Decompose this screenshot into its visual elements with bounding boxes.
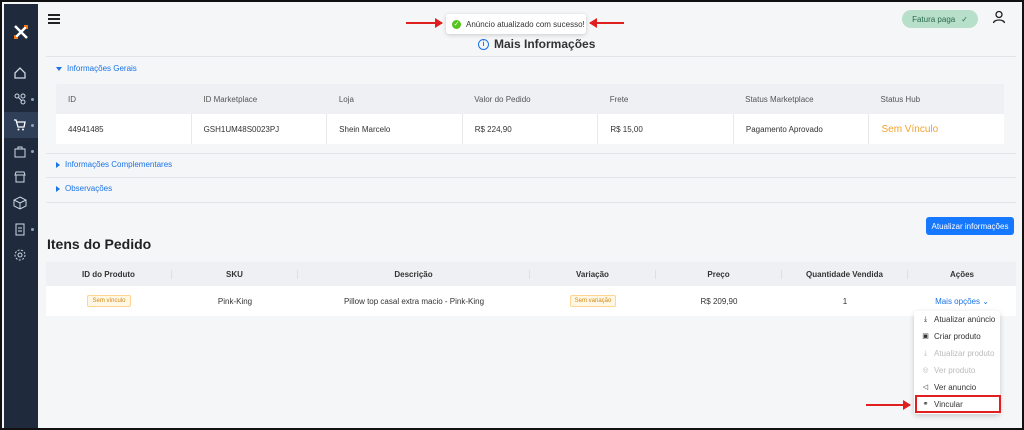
itens-title: Itens do Pedido — [47, 236, 152, 252]
items-table: ID do Produto SKU Descrição Variação Pre… — [46, 262, 1016, 318]
info-header-cell: Status Marketplace — [745, 94, 814, 104]
info-header-cell: ID — [68, 94, 76, 104]
annotation-arrow-left — [589, 18, 624, 28]
collapse-label: Informações Gerais — [67, 64, 137, 73]
menu-item-label: Criar produto — [934, 332, 981, 341]
caret-right-icon — [56, 185, 60, 192]
menu-item-atualizar-produto: ⤓ Atualizar produto — [914, 345, 1000, 362]
home-icon[interactable] — [13, 66, 27, 80]
menu-item-label: Ver anuncio — [934, 383, 977, 392]
column-header: ID do Produto — [46, 269, 172, 279]
fatura-label: Fatura paga — [912, 14, 956, 24]
check-icon: ✓ — [961, 14, 968, 24]
main-content: ✓ Anúncio atualizado com sucesso! Fatura… — [38, 4, 1022, 428]
section-title: i Mais Informações — [478, 37, 595, 51]
sku-cell: Pink-King — [217, 296, 253, 306]
download-icon: ⤓ — [923, 350, 928, 357]
brand-logo — [14, 25, 28, 39]
product-id-cell: Sem vínculo — [46, 295, 172, 307]
check-circle-icon: ✓ — [452, 19, 461, 29]
info-header-cell: Status Hub — [880, 94, 921, 104]
menu-item-ver-anuncio[interactable]: ◁ Ver anuncio — [914, 379, 1000, 396]
fatura-status-badge: Fatura paga ✓ — [902, 10, 978, 28]
info-table-row: 44941485 GSH1UM48S0023PJ Shein Marcelo R… — [56, 114, 1004, 144]
column-header: Ações — [949, 269, 974, 279]
collapse-label: Informações Complementares — [65, 160, 173, 169]
items-table-header: ID do Produto SKU Descrição Variação Pre… — [46, 262, 1016, 286]
collapse-informacoes-gerais[interactable]: Informações Gerais — [56, 64, 137, 73]
info-header-cell: ID Marketplace — [203, 94, 258, 104]
collapse-observacoes[interactable]: Observações — [56, 184, 112, 193]
nav-dot — [31, 150, 34, 153]
annotation-arrow-right — [866, 400, 911, 410]
info-header-cell: Frete — [609, 94, 629, 104]
menu-item-label: Ver produto — [934, 366, 976, 375]
section-title-text: Mais Informações — [494, 37, 596, 51]
order-id: 44941485 — [56, 114, 192, 144]
nav-dot — [31, 124, 34, 127]
column-header: Descrição — [298, 269, 530, 279]
gear-icon[interactable] — [13, 248, 27, 262]
column-header: Quantidade Vendida — [782, 269, 908, 279]
app-frame: ✓ Anúncio atualizado com sucesso! Fatura… — [0, 0, 1024, 430]
caret-down-icon — [56, 66, 62, 71]
shipping-value: R$ 15,00 — [598, 114, 734, 144]
annotation-arrow-right — [406, 18, 443, 28]
integrations-icon[interactable] — [13, 92, 27, 106]
sidebar — [4, 4, 38, 428]
divider — [46, 177, 1016, 178]
column-header: Variação — [530, 269, 656, 279]
actions-cell: Mais opções ⌄ — [908, 297, 1016, 306]
download-icon: ⤓ — [923, 316, 928, 323]
success-toast: ✓ Anúncio atualizado com sucesso! — [446, 14, 586, 34]
menu-item-label: Atualizar anúncio — [934, 315, 996, 324]
menu-item-ver-produto: ◎ Ver produto — [914, 362, 1000, 379]
info-table-header: ID ID Marketplace Loja Valor do Pedido F… — [56, 84, 1004, 114]
quantity-cell: 1 — [842, 296, 848, 306]
nav-dot — [31, 98, 34, 101]
eye-icon: ◎ — [922, 367, 929, 374]
collapse-label: Observações — [65, 184, 113, 193]
user-icon[interactable] — [992, 10, 1006, 24]
store-icon[interactable] — [13, 170, 27, 184]
box-icon[interactable] — [13, 196, 27, 210]
price-cell: R$ 209,90 — [700, 296, 738, 306]
menu-item-criar-produto[interactable]: ▣ Criar produto — [914, 328, 1000, 345]
order-value: R$ 224,90 — [463, 114, 599, 144]
divider — [46, 56, 1016, 57]
hub-status: Sem Vínculo — [881, 123, 939, 135]
caret-right-icon — [56, 161, 60, 168]
divider — [46, 153, 1016, 154]
mais-opcoes-link[interactable]: Mais opções — [935, 297, 980, 306]
menu-item-atualizar-anuncio[interactable]: ⤓ Atualizar anúncio — [914, 311, 1000, 328]
box-icon: ▣ — [922, 333, 929, 340]
info-table: ID ID Marketplace Loja Valor do Pedido F… — [56, 84, 1004, 144]
nav-dot — [31, 228, 34, 231]
column-header: SKU — [172, 269, 298, 279]
divider — [46, 202, 1016, 203]
toast-message: Anúncio atualizado com sucesso! — [466, 19, 585, 29]
info-header-cell: Loja — [338, 94, 354, 104]
marketplace-id: GSH1UM48S0023PJ — [192, 114, 328, 144]
sem-vinculo-tag: Sem vínculo — [87, 295, 131, 307]
clipboard-icon[interactable] — [13, 222, 27, 236]
menu-item-label: Atualizar produto — [934, 349, 995, 358]
megaphone-icon: ◁ — [922, 384, 929, 391]
marketplace-status: Pagamento Aprovado — [734, 114, 870, 144]
table-row: Sem vínculo Pink-King Pillow top casal e… — [46, 286, 1016, 316]
annotation-highlight-box — [915, 395, 1001, 413]
atualizar-informacoes-button[interactable]: Atualizar informações — [926, 217, 1014, 235]
description-cell: Pillow top casal extra macio - Pink-King — [343, 296, 485, 306]
store-name: Shein Marcelo — [327, 114, 463, 144]
bag-icon[interactable] — [13, 144, 27, 158]
column-header: Preço — [656, 269, 782, 279]
cart-icon[interactable] — [13, 118, 27, 132]
chevron-down-icon[interactable]: ⌄ — [982, 297, 989, 306]
sem-variacao-tag: Sem variação — [569, 295, 617, 307]
collapse-informacoes-complementares[interactable]: Informações Complementares — [56, 160, 172, 169]
info-header-cell: Valor do Pedido — [474, 94, 531, 104]
variation-cell: Sem variação — [530, 295, 656, 307]
menu-icon[interactable] — [48, 14, 60, 24]
info-icon: i — [478, 38, 489, 50]
